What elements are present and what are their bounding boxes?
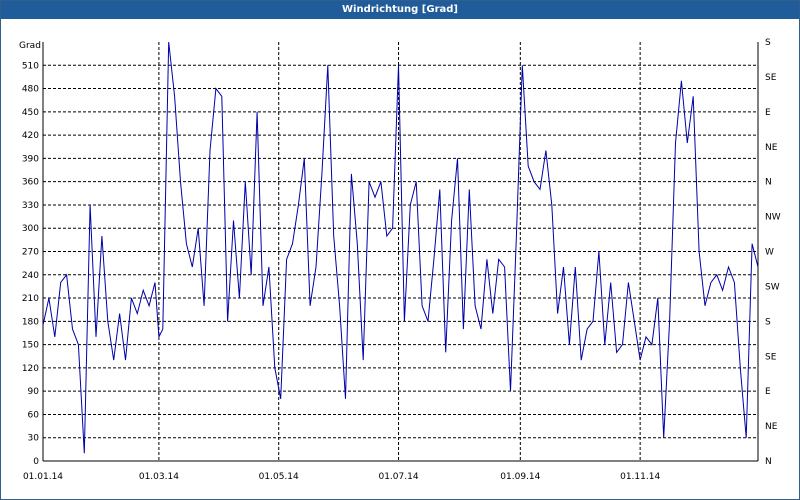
wind-direction-chart: 0 30 60 90 120 150 180 210 240 270 300 330 360 390 420… bbox=[19, 38, 781, 482]
right-axis-label: S bbox=[765, 317, 771, 327]
right-axis-label: N bbox=[765, 457, 772, 467]
right-axis-label: NW bbox=[765, 213, 781, 223]
right-axis-label: NE bbox=[765, 422, 778, 432]
y-tick-label: 480 bbox=[22, 85, 39, 95]
window-title: Windrichtung [Grad] bbox=[1, 1, 799, 19]
x-tick-label: 01.01.14 bbox=[23, 472, 63, 482]
x-tick-label: 01.11.14 bbox=[620, 472, 660, 482]
y-tick-label: 360 bbox=[22, 178, 39, 188]
y-tick-label: 120 bbox=[22, 364, 39, 374]
right-axis-label: SE bbox=[765, 352, 777, 362]
grid bbox=[43, 42, 758, 461]
y-tick-label: 150 bbox=[22, 341, 39, 351]
y-tick-label: 330 bbox=[22, 201, 39, 211]
y-axis-label: Grad bbox=[19, 41, 41, 51]
y-tick-label: 510 bbox=[22, 61, 39, 71]
x-tick-label: 01.09.14 bbox=[500, 472, 540, 482]
y-tick-label: 270 bbox=[22, 248, 39, 258]
y-tick-label: 210 bbox=[22, 294, 39, 304]
right-axis-label: N bbox=[765, 178, 772, 188]
right-axis-label: E bbox=[765, 108, 771, 118]
y-tick-label: 90 bbox=[28, 387, 40, 397]
right-axis-label: E bbox=[765, 387, 771, 397]
chart-window: Windrichtung [Grad] 0 30 60 90 120 150 180 210 2… bbox=[0, 0, 800, 500]
y-tick-label: 30 bbox=[28, 434, 40, 444]
right-axis-label: W bbox=[765, 248, 774, 258]
y-tick-label: 180 bbox=[22, 317, 39, 327]
right-axis-label: S bbox=[765, 38, 771, 48]
left-y-axis: 0 30 60 90 120 150 180 210 240 270 300 330 360 390 420… bbox=[22, 61, 39, 467]
x-axis: 01.01.14 01.03.14 01.05.14 01.07.14 01.09.14… bbox=[23, 472, 660, 482]
right-axis-label: SW bbox=[765, 282, 780, 292]
right-y-axis: N NE E SE S SW W NW N NE E SE S bbox=[765, 38, 781, 467]
y-tick-label: 240 bbox=[22, 271, 39, 281]
y-tick-label: 390 bbox=[22, 154, 39, 164]
right-axis-label: NE bbox=[765, 143, 778, 153]
y-tick-label: 300 bbox=[22, 224, 39, 234]
y-tick-label: 450 bbox=[22, 108, 39, 118]
y-tick-label: 0 bbox=[33, 457, 39, 467]
x-tick-label: 01.05.14 bbox=[259, 472, 299, 482]
y-tick-label: 60 bbox=[28, 410, 40, 420]
x-tick-label: 01.03.14 bbox=[139, 472, 179, 482]
y-tick-label: 420 bbox=[22, 131, 39, 141]
x-tick-label: 01.07.14 bbox=[378, 472, 418, 482]
right-axis-label: SE bbox=[765, 73, 777, 83]
